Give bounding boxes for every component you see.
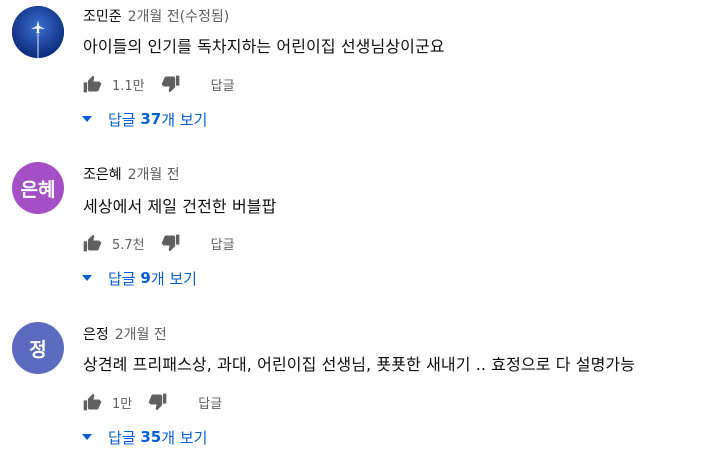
caret-down-icon [82,275,92,281]
replies-prefix: 답글 [108,110,141,129]
thumbs-up-icon [83,75,102,93]
dislike-button[interactable] [159,72,183,96]
view-replies-button[interactable]: 답글 35 개 보기 [78,425,207,449]
comment-text: 아이들의 인기를 독차지하는 어린이집 선생님상이군요 [83,37,445,56]
view-replies-button[interactable]: 답글 37 개 보기 [78,107,207,131]
comment-time[interactable]: 2개월 전 [115,327,167,343]
avatar-initials: 정 [29,338,47,361]
comment-author[interactable]: 조민준 [83,9,122,25]
comment-actions: 1만 답글 [80,390,222,414]
comment-time[interactable]: 2개월 전(수정됨) [128,9,230,25]
avatar[interactable]: 정 [12,322,64,374]
reply-button[interactable]: 답글 [211,234,235,253]
avatar[interactable] [12,6,64,58]
like-button[interactable] [80,390,104,414]
like-button[interactable] [80,231,104,255]
avatar[interactable]: 은혜 [12,162,64,214]
like-count: 5.7천 [112,237,145,253]
like-count: 1.1만 [112,78,145,94]
comment-actions: 5.7천 답글 [80,231,235,255]
thumbs-up-icon [83,234,102,252]
comment-actions: 1.1만 답글 [80,72,235,96]
airplane-avatar-image [12,6,64,58]
thumbs-down-icon [161,75,179,93]
reply-button[interactable]: 답글 [198,393,222,412]
replies-count: 35 [140,428,162,446]
thumbs-down-icon [149,393,167,411]
caret-down-icon [82,434,92,440]
reply-button[interactable]: 답글 [211,75,235,94]
comment-time[interactable]: 2개월 전 [128,167,180,183]
comment-text: 상견례 프리패스상, 과대, 어린이집 선생님, 푯푯한 새내기 .. 효정으로… [83,355,636,374]
replies-count: 9 [140,269,151,287]
replies-suffix: 개 보기 [161,428,208,447]
comment-author[interactable]: 조은혜 [83,167,122,183]
like-button[interactable] [80,72,104,96]
dislike-button[interactable] [146,390,170,414]
replies-suffix: 개 보기 [150,269,197,288]
thumbs-up-icon [83,393,102,411]
comment-text: 세상에서 제일 건전한 버블팝 [83,197,277,216]
like-count: 1만 [112,396,133,412]
replies-prefix: 답글 [108,269,141,288]
avatar-initials: 은혜 [20,178,56,201]
dislike-button[interactable] [159,231,183,255]
replies-suffix: 개 보기 [161,110,208,129]
replies-count: 37 [140,110,162,128]
replies-prefix: 답글 [108,428,141,447]
thumbs-down-icon [161,234,179,252]
comment-author[interactable]: 은정 [83,327,109,343]
view-replies-button[interactable]: 답글 9개 보기 [78,266,197,290]
caret-down-icon [82,116,92,122]
